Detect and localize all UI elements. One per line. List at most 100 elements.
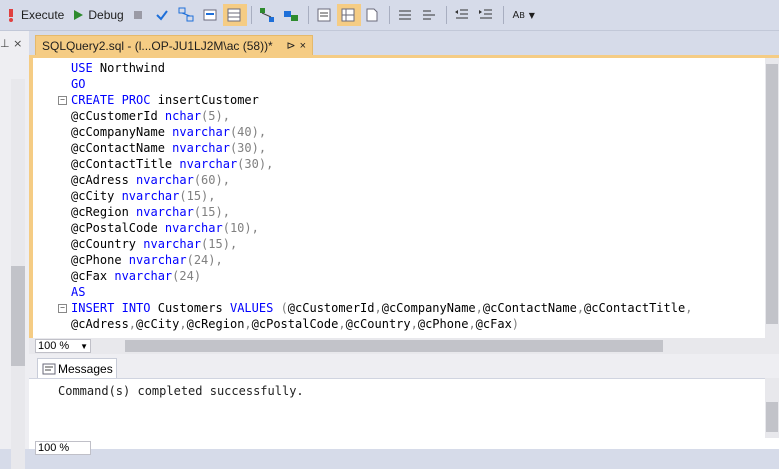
code-line[interactable]: − CREATE PROC insertCustomer xyxy=(58,92,692,108)
fold-toggle-icon[interactable]: − xyxy=(58,96,67,105)
code-line[interactable]: @cCountry nvarchar(15), xyxy=(69,236,692,252)
code-token: , xyxy=(410,317,418,331)
change-gutter xyxy=(29,58,33,338)
code-token: @cAdress xyxy=(71,173,137,187)
query-options-button[interactable] xyxy=(199,4,223,26)
comment-button[interactable] xyxy=(394,4,418,26)
specify-values-button[interactable]: AB ▼ xyxy=(508,4,538,26)
specify-values-icon: AB xyxy=(512,9,526,21)
code-token: , xyxy=(468,317,476,331)
code-token: insertCustomer xyxy=(150,93,259,107)
code-token: INTO xyxy=(121,301,151,315)
code-line[interactable]: @cCity nvarchar(15), xyxy=(69,188,692,204)
results-scroll-thumb[interactable] xyxy=(766,402,778,432)
code-line[interactable]: @cAdress nvarchar(60), xyxy=(69,172,692,188)
increase-indent-button[interactable] xyxy=(475,4,499,26)
code-token: INSERT xyxy=(71,301,115,315)
results-vertical-scrollbar[interactable] xyxy=(765,378,779,438)
code-token: GO xyxy=(71,77,86,91)
code-line[interactable]: @cContactName nvarchar(30), xyxy=(69,140,692,156)
stop-button[interactable] xyxy=(127,4,151,26)
panel-scroll-thumb[interactable] xyxy=(11,266,25,366)
results-to-text-button[interactable] xyxy=(313,4,337,26)
code-line[interactable]: @cAdress,@cCity,@cRegion,@cPostalCode,@c… xyxy=(69,316,692,332)
tab-sqlquery2[interactable]: SQLQuery2.sql - (l...OP-JU1LJ2M\ac (58))… xyxy=(35,35,313,55)
results-to-grid-button[interactable] xyxy=(222,4,247,26)
code-line[interactable]: GO xyxy=(69,76,692,92)
object-explorer-panel: ⊥ × xyxy=(0,31,30,469)
pin-icon[interactable]: ⊳ xyxy=(286,39,295,52)
include-plan-button[interactable] xyxy=(256,4,280,26)
editor-vertical-scrollbar[interactable] xyxy=(765,58,779,338)
code-token: @cRegion xyxy=(71,205,137,219)
live-stats-button[interactable] xyxy=(280,4,304,26)
code-token: (10), xyxy=(222,221,259,235)
code-token: @cAdress xyxy=(71,317,129,331)
tab-messages[interactable]: Messages xyxy=(37,358,117,378)
code-line[interactable]: @cCompanyName nvarchar(40), xyxy=(69,124,692,140)
fold-toggle-icon[interactable]: − xyxy=(58,304,67,313)
results-zoom-value: 100 % xyxy=(38,442,70,454)
code-line[interactable]: @cCustomerId nchar(5), xyxy=(69,108,692,124)
results-zoom-select[interactable]: 100 % xyxy=(35,441,91,455)
code-token: nvarchar xyxy=(128,253,187,267)
code-token: , xyxy=(576,301,585,315)
close-icon[interactable]: × xyxy=(300,40,306,52)
code-token: @cCustomerId xyxy=(71,109,165,123)
code-token: @cCity xyxy=(136,317,180,331)
query-editor[interactable]: USE Northwind GO − CREATE PROC insertCustom… xyxy=(29,58,765,338)
editor-horizontal-scroll-thumb[interactable] xyxy=(125,340,663,352)
code-line[interactable]: − INSERT INTO Customers VALUES (@cCustome… xyxy=(58,300,692,316)
code-token: (24), xyxy=(186,253,223,267)
editor-scroll-thumb[interactable] xyxy=(766,64,778,324)
execute-label: Execute xyxy=(21,8,65,22)
parse-button[interactable] xyxy=(151,4,175,26)
code-line[interactable]: @cPostalCode nvarchar(10), xyxy=(69,220,692,236)
code-token: (24) xyxy=(172,269,202,283)
execute-icon xyxy=(3,7,19,23)
code-token: (15), xyxy=(201,237,238,251)
code-token: nvarchar xyxy=(172,125,230,139)
code-token: Customers xyxy=(150,301,230,315)
sql-editor-toolbar: Execute Debug A B ▼ xyxy=(0,0,779,31)
messages-icon xyxy=(42,362,56,376)
results-to-grid-alt-button[interactable] xyxy=(336,4,361,26)
code-line[interactable]: USE Northwind xyxy=(69,60,692,76)
debug-label: Debug xyxy=(88,8,124,22)
uncomment-button[interactable] xyxy=(418,4,442,26)
code-token: @cContactTitle xyxy=(71,157,180,171)
increase-indent-icon xyxy=(478,7,494,23)
code-token: nchar xyxy=(164,109,202,123)
code-token: @cContactTitle xyxy=(584,301,686,315)
editor-zoom-select[interactable]: 100 % ▼ xyxy=(35,339,91,353)
code-line[interactable]: @cPhone nvarchar(24), xyxy=(69,252,692,268)
code-token: @cPhone xyxy=(417,317,469,331)
code-token: nvarchar xyxy=(136,205,194,219)
results-to-file-button[interactable] xyxy=(361,4,385,26)
toolbar-separator xyxy=(502,6,504,24)
code-line[interactable]: AS xyxy=(69,284,692,300)
results-pane: Messages Command(s) completed successful… xyxy=(29,354,779,455)
decrease-indent-button[interactable] xyxy=(451,4,475,26)
code-token: @cFax xyxy=(475,317,512,331)
query-options-icon xyxy=(202,7,218,23)
execute-button[interactable]: Execute xyxy=(0,4,67,26)
results-to-file-icon xyxy=(364,7,380,23)
code-token: nvarchar xyxy=(114,269,173,283)
panel-pin-icon[interactable]: ⊥ × xyxy=(0,37,29,53)
code-line[interactable]: @cRegion nvarchar(15), xyxy=(69,204,692,220)
stop-icon xyxy=(130,7,146,23)
display-plan-button[interactable] xyxy=(175,4,199,26)
code-token: @cFax xyxy=(71,269,115,283)
live-stats-icon xyxy=(283,7,299,23)
code-token: USE xyxy=(71,61,93,75)
code-token: @cPostalCode xyxy=(71,221,165,235)
debug-button[interactable]: Debug xyxy=(67,4,126,26)
code-token: , xyxy=(475,301,483,315)
code-line[interactable]: @cFax nvarchar(24) xyxy=(69,268,692,284)
code-token: @cCountry xyxy=(345,317,411,331)
code-token: , xyxy=(338,317,346,331)
code-line[interactable]: @cContactTitle nvarchar(30), xyxy=(69,156,692,172)
